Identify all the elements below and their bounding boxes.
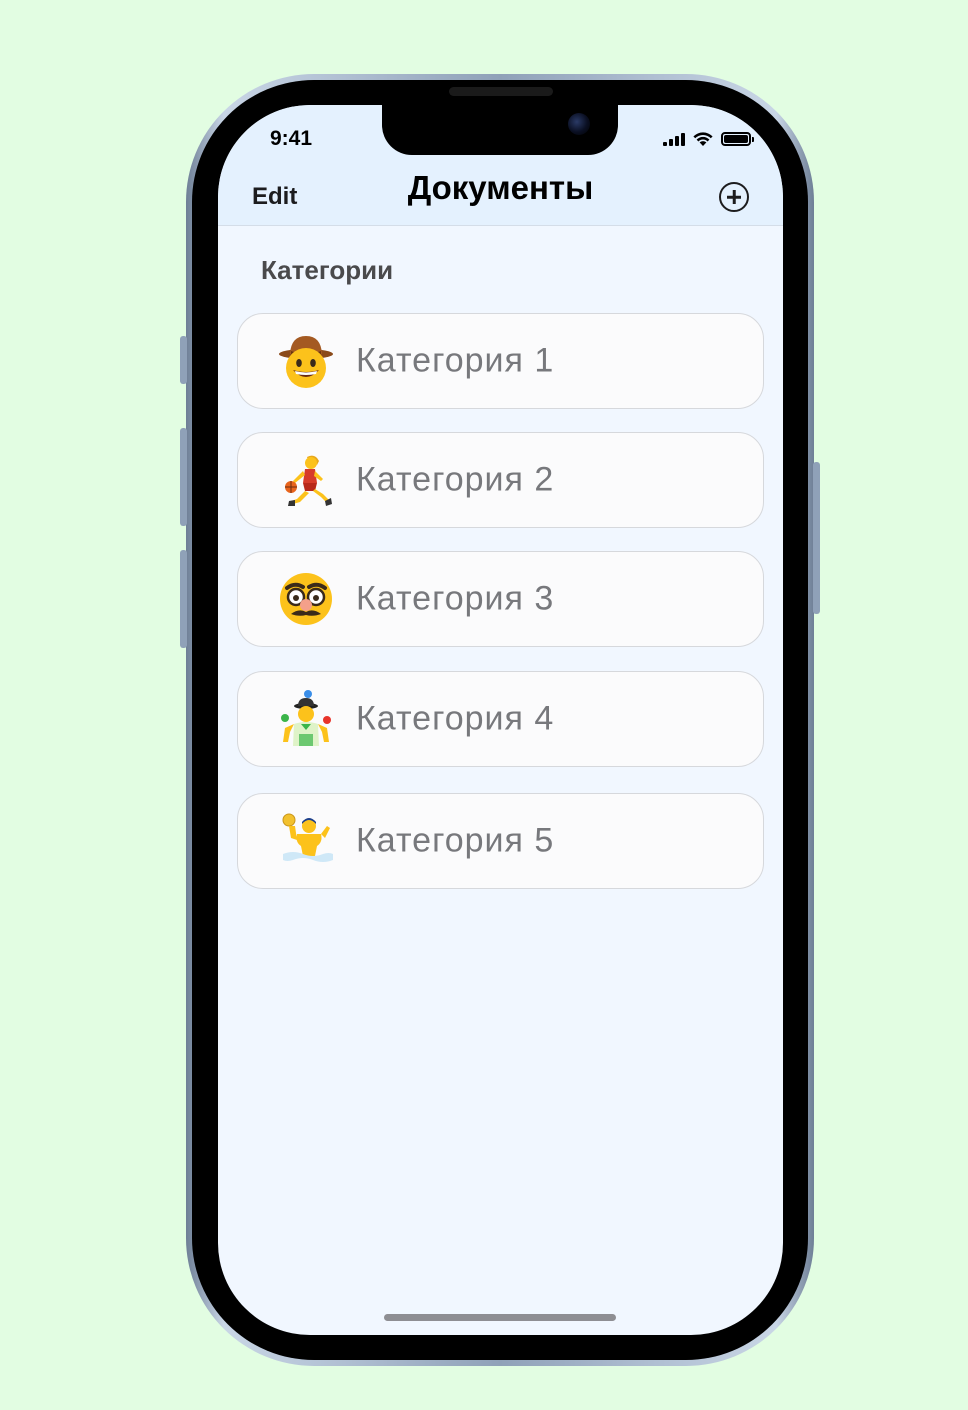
volume-down-button: [180, 550, 187, 648]
category-item[interactable]: Категория 5: [237, 793, 764, 889]
battery-icon: [721, 132, 754, 146]
power-button: [813, 462, 820, 614]
category-item[interactable]: Категория 1: [237, 313, 764, 409]
status-time: 9:41: [270, 127, 313, 150]
disguised-face-icon: [276, 569, 336, 629]
cowboy-face-icon: [276, 331, 336, 391]
volume-up-button: [180, 428, 187, 526]
category-item[interactable]: Категория 2: [237, 432, 764, 528]
category-item[interactable]: Категория 3: [237, 551, 764, 647]
juggler-icon: [276, 689, 336, 749]
category-label: Категория 5: [356, 821, 555, 860]
camera-icon: [568, 113, 590, 135]
speaker-grille: [449, 87, 553, 96]
silent-switch: [180, 336, 187, 384]
water-polo-player-icon: [276, 811, 336, 871]
home-indicator[interactable]: [384, 1314, 616, 1321]
page-title: Документы: [407, 169, 594, 206]
notch: [382, 105, 618, 155]
category-label: Категория 3: [356, 579, 555, 618]
category-label: Категория 2: [356, 460, 555, 499]
category-label: Категория 4: [356, 699, 555, 738]
category-item[interactable]: Категория 4: [237, 671, 764, 767]
screen: 9:41 Edit Документы Категории Категория …: [218, 105, 783, 1335]
basketball-player-icon: [276, 450, 336, 510]
category-label: Категория 1: [356, 341, 555, 380]
plus-circle-icon[interactable]: [719, 182, 749, 212]
status-icons: [663, 131, 754, 147]
cellular-signal-icon: [663, 132, 685, 146]
wifi-icon: [693, 132, 713, 146]
section-header: Категории: [261, 255, 394, 285]
